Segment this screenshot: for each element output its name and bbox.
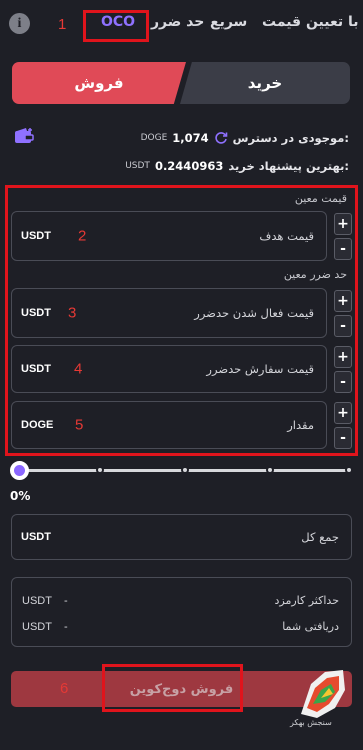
total-field[interactable]: USDT جمع کل	[11, 514, 352, 560]
best-bid: USDT 0.2440963 بهترین پیشنهاد خرید:	[125, 159, 349, 173]
best-bid-value[interactable]: 0.2440963	[155, 159, 223, 173]
balance-unit: DOGE	[140, 133, 168, 143]
annotation-box-form	[5, 185, 358, 456]
max-fee-value: -	[63, 594, 68, 607]
max-fee-row: USDT - حداکثر کارمزد	[22, 594, 339, 607]
percent-slider-thumb[interactable]	[10, 461, 29, 480]
wallet-icon[interactable]	[14, 128, 34, 144]
field-unit: USDT	[21, 531, 51, 543]
balance-label: موجودی در دسترس:	[232, 131, 349, 145]
best-bid-label: بهترین پیشنهاد خرید:	[228, 159, 349, 173]
order-summary: USDT - حداکثر کارمزد USDT - دریافتی شما	[11, 577, 352, 647]
tab-stop-loss[interactable]: حد ضرر	[151, 14, 204, 30]
max-fee-unit: USDT	[22, 594, 52, 607]
receive-row: USDT - دریافتی شما	[22, 620, 339, 633]
tab-fixed-price[interactable]: با تعیین قیمت	[262, 14, 359, 30]
slider-step-25[interactable]	[96, 466, 104, 474]
available-balance: DOGE 1,074 موجودی در دسترس:	[141, 131, 349, 145]
balance-value: 1,074	[172, 131, 209, 145]
buy-tab[interactable]: خرید	[180, 62, 350, 104]
info-icon[interactable]: i	[9, 13, 30, 34]
field-placeholder: جمع کل	[301, 530, 339, 544]
best-bid-unit: USDT	[125, 161, 150, 171]
receive-unit: USDT	[22, 620, 52, 633]
tab-fast[interactable]: سریع	[210, 14, 247, 30]
annotation-marker-1: 1	[58, 16, 67, 33]
slider-step-100[interactable]	[345, 466, 353, 474]
watermark-text: سنجش بهکر	[290, 718, 332, 727]
slider-percent-label: 0%	[10, 489, 31, 503]
annotation-box-oco	[83, 10, 149, 42]
refresh-icon[interactable]	[214, 131, 228, 145]
slider-step-50[interactable]	[181, 466, 189, 474]
annotation-marker-6: 6	[60, 680, 69, 697]
sell-tab[interactable]: فروش	[12, 62, 186, 104]
annotation-box-cta	[102, 664, 243, 712]
max-fee-label: حداکثر کارمزد	[274, 594, 339, 607]
slider-step-75[interactable]	[266, 466, 274, 474]
watermark-logo	[301, 670, 345, 718]
receive-label: دریافتی شما	[282, 620, 339, 633]
receive-value: -	[63, 620, 68, 633]
